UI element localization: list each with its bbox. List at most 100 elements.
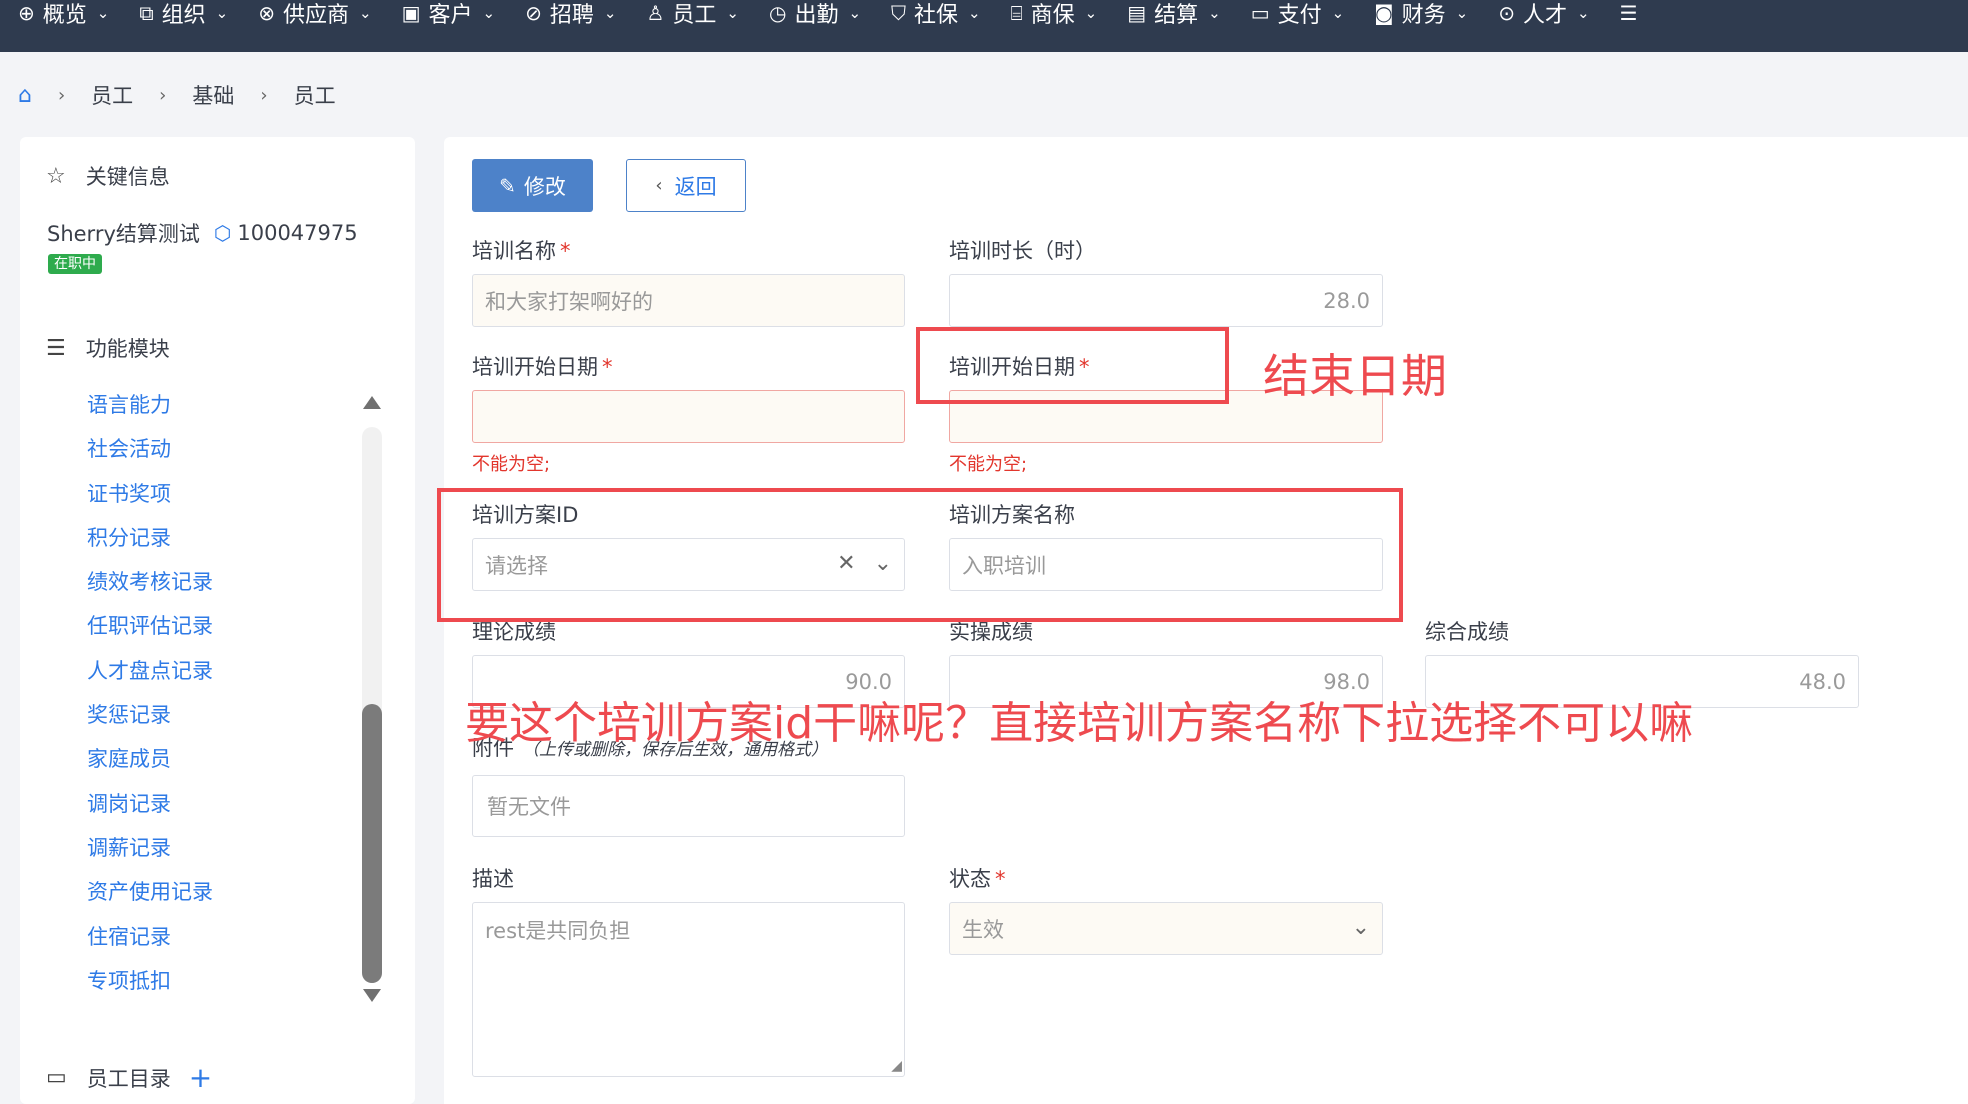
training-name-label: 培训名称 * — [472, 235, 571, 265]
module-item[interactable]: 资产使用记录 — [87, 877, 307, 921]
module-item[interactable]: 奖惩记录 — [87, 700, 307, 744]
chevron-down-icon: ⌄ — [968, 4, 981, 22]
attachment-field[interactable]: 暂无文件 — [472, 775, 905, 837]
employee-name: Sherry结算测试 — [47, 222, 200, 246]
nav-item-gift[interactable]: ⌸ 商保 ⌄ — [1010, 0, 1098, 28]
module-item[interactable]: 语言能力 — [87, 390, 307, 434]
module-item[interactable]: 证书奖项 — [87, 479, 307, 523]
briefcase-icon: ▣ — [401, 1, 421, 25]
training-hours-value: 28.0 — [1323, 288, 1370, 313]
nav-item-document[interactable]: ▤ 结算 ⌄ — [1127, 0, 1221, 28]
document-icon: ▤ — [1127, 1, 1147, 25]
chevron-down-icon: ⌄ — [1208, 4, 1221, 22]
nav-item-org-chart[interactable]: ⧉ 组织 ⌄ — [139, 0, 228, 28]
module-item[interactable]: 住宿记录 — [87, 922, 307, 966]
nav-item-label: 概览 — [42, 3, 87, 28]
nav-item-label: 员工 — [672, 3, 717, 28]
module-list: 语言能力 社会活动 证书奖项 积分记录 绩效考核记录 任职评估记录 人才盘点记录 奖惩记录 家庭… — [87, 390, 307, 1010]
edit-button-label: 修改 — [523, 174, 566, 199]
folder-icon: ▭ — [46, 1065, 67, 1090]
edit-button[interactable]: ✎ 修改 — [472, 159, 593, 212]
module-item[interactable]: 调岗记录 — [87, 789, 307, 833]
required-mark: * — [995, 867, 1006, 891]
training-name-field[interactable]: 和大家打架啊好的 — [472, 274, 905, 327]
nav-item-globe[interactable]: ⊕ 概览 ⌄ — [18, 0, 110, 28]
add-icon[interactable]: + — [189, 1061, 212, 1094]
chevron-down-icon: ⌄ — [1455, 4, 1469, 22]
chevron-down-icon[interactable]: ⌄ — [1352, 915, 1370, 940]
required-mark: * — [602, 355, 613, 379]
description-value: rest是共同负担 — [485, 919, 631, 943]
nav-item-link[interactable]: ⊗ 供应商 ⌄ — [258, 0, 372, 28]
start-date-label: 培训开始日期 * — [472, 351, 613, 381]
nav-item-badge-check[interactable]: ⊙ 人才 ⌄ — [1498, 0, 1589, 28]
star-icon: ☆ — [46, 163, 66, 189]
module-item[interactable]: 家庭成员 — [87, 744, 307, 788]
clock-icon: ◷ — [768, 1, 787, 25]
description-textarea[interactable]: rest是共同负担 ◢ — [472, 902, 905, 1077]
modules-header: ☰ 功能模块 — [46, 333, 170, 363]
breadcrumb-item-employee[interactable]: 员工 — [91, 80, 133, 110]
modules-label: 功能模块 — [85, 337, 170, 361]
gift-icon: ⌸ — [1010, 1, 1023, 25]
nav-item-check-circle[interactable]: ⊘ 招聘 ⌄ — [525, 0, 617, 28]
nav-item-briefcase[interactable]: ▣ 客户 ⌄ — [401, 0, 496, 28]
nav-item-label: 组织 — [161, 3, 206, 28]
module-item[interactable]: 专项抵扣 — [87, 966, 307, 1010]
annotation-end-date-note: 结束日期 — [1263, 349, 1447, 403]
end-date-error: 不能为空; — [949, 454, 1028, 475]
camera-icon: ◙ — [1374, 1, 1394, 25]
employee-directory-header: ▭ 员工目录 + — [46, 1061, 212, 1094]
chevron-down-icon: ⌄ — [96, 4, 110, 22]
module-item[interactable]: 人才盘点记录 — [87, 656, 307, 700]
module-item[interactable]: 社会活动 — [87, 434, 307, 478]
status-value: 生效 — [962, 917, 1004, 942]
scroll-up-arrow-icon[interactable] — [363, 396, 381, 409]
badge-check-icon: ⊙ — [1498, 1, 1515, 25]
back-button[interactable]: ‹ 返回 — [626, 159, 746, 212]
breadcrumb-item-current: 员工 — [293, 84, 336, 108]
start-date-field[interactable] — [472, 390, 905, 443]
home-icon[interactable]: ⌂ — [18, 83, 32, 108]
breadcrumb: ⌂ › 员工 › 基础 › 员工 — [18, 80, 336, 110]
chevron-down-icon: ⌄ — [603, 4, 617, 22]
resize-handle-icon[interactable]: ◢ — [891, 1058, 902, 1074]
key-info-label: 关键信息 — [85, 165, 170, 189]
module-item[interactable]: 积分记录 — [87, 523, 307, 567]
scroll-down-arrow-icon[interactable] — [363, 989, 381, 1002]
chevron-down-icon: ⌄ — [359, 4, 372, 22]
chevron-right-icon: › — [159, 84, 167, 106]
nav-item-shield[interactable]: ⛉ 社保 ⌄ — [891, 0, 981, 28]
breadcrumb-item-basic[interactable]: 基础 — [192, 80, 234, 110]
nav-item-label: 支付 — [1277, 3, 1322, 28]
nav-item-user[interactable]: ♙ 员工 ⌄ — [646, 0, 739, 28]
chevron-down-icon: ⌄ — [848, 4, 862, 22]
employee-directory-label[interactable]: 员工目录 — [87, 1063, 171, 1093]
start-date-error: 不能为空; — [472, 454, 551, 475]
chevron-left-icon: ‹ — [655, 175, 663, 196]
nav-item-clock[interactable]: ◷ 出勤 ⌄ — [768, 0, 862, 28]
scrollbar-thumb[interactable] — [362, 704, 382, 983]
nav-item-menu[interactable]: ☰ — [1620, 0, 1646, 26]
nav-item-camera[interactable]: ◙ 财务 ⌄ — [1374, 0, 1469, 28]
chevron-down-icon: ⌄ — [726, 4, 739, 22]
training-name-value: 和大家打架啊好的 — [485, 289, 653, 314]
annotation-plan-id-note: 要这个培训方案id干嘛呢？直接培训方案名称下拉选择不可以嘛 — [465, 698, 1694, 749]
org-chart-icon: ⧉ — [139, 1, 154, 25]
nav-item-label: 财务 — [1401, 3, 1446, 28]
nav-item-label: 商保 — [1030, 3, 1075, 28]
chevron-down-icon: ⌄ — [1084, 4, 1098, 22]
chevron-down-icon: ⌄ — [482, 4, 496, 22]
pencil-icon: ✎ — [499, 173, 516, 198]
nav-item-wallet[interactable]: ▭ 支付 ⌄ — [1250, 0, 1345, 28]
nav-item-label: 人才 — [1522, 3, 1567, 28]
user-icon: ♙ — [646, 1, 665, 25]
module-item[interactable]: 任职评估记录 — [87, 611, 307, 655]
module-item[interactable]: 调薪记录 — [87, 833, 307, 877]
module-item[interactable]: 绩效考核记录 — [87, 567, 307, 611]
status-select[interactable]: 生效 ⌄ — [949, 902, 1383, 955]
menu-icon: ☰ — [1619, 1, 1638, 25]
status-label: 状态 * — [949, 863, 1006, 893]
wallet-icon: ▭ — [1250, 1, 1270, 25]
training-hours-field[interactable]: 28.0 — [949, 274, 1383, 327]
